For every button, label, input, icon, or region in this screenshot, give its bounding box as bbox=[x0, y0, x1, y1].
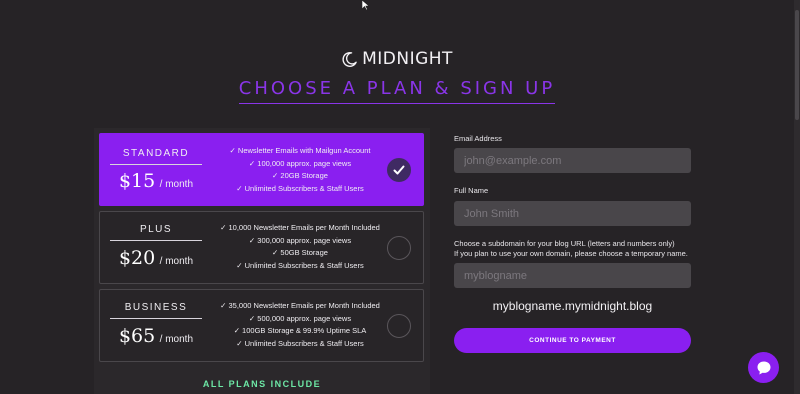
subdomain-input[interactable] bbox=[454, 263, 691, 288]
price-unit: / month bbox=[159, 334, 194, 345]
plan-features: ✓ 35,000 Newsletter Emails per Month Inc… bbox=[210, 300, 390, 350]
feature-item: ✓ Unlimited Subscribers & Staff Users bbox=[236, 260, 364, 270]
blog-url-preview: myblogname.mymidnight.blog bbox=[492, 299, 653, 313]
scrollbar-thumb[interactable] bbox=[795, 10, 799, 120]
plan-radio[interactable] bbox=[387, 236, 411, 260]
feature-item: ✓ 100,000 approx. page views bbox=[248, 158, 352, 168]
plan-card-business[interactable]: BUSINESS $65 / month ✓ 35,000 Newsletter… bbox=[99, 289, 424, 362]
feature-item: ✓ 20GB Storage bbox=[272, 171, 328, 180]
plan-name: BUSINESS bbox=[110, 302, 202, 319]
plan-name: STANDARD bbox=[110, 148, 202, 165]
plan-card-standard[interactable]: STANDARD $15 / month ✓ Newsletter Emails… bbox=[99, 133, 424, 206]
mouse-cursor-icon bbox=[362, 0, 370, 10]
all-plans-include-heading: ALL PLANS INCLUDE bbox=[202, 379, 322, 389]
brand-logo: MIDNIGHT bbox=[0, 49, 794, 69]
feature-item: ✓ Unlimited Subscribers & Staff Users bbox=[236, 183, 364, 193]
full-name-input[interactable] bbox=[454, 201, 691, 226]
plan-price: $15 / month bbox=[110, 170, 202, 192]
brand-name: MIDNIGHT bbox=[362, 49, 453, 69]
plan-features: ✓ Newsletter Emails with Mailgun Account… bbox=[210, 145, 390, 195]
plan-radio-selected[interactable] bbox=[387, 158, 411, 182]
scrollbar[interactable] bbox=[794, 0, 800, 394]
chat-bubble-icon bbox=[757, 361, 770, 374]
price-unit: / month bbox=[159, 179, 194, 190]
price-amount: $20 bbox=[118, 247, 156, 269]
feature-item: ✓ 100GB Storage & 99.9% Uptime SLA bbox=[233, 326, 367, 335]
feature-item: ✓ Newsletter Emails with Mailgun Account bbox=[229, 146, 371, 155]
full-name-label: Full Name bbox=[454, 186, 489, 195]
plan-price: $20 / month bbox=[110, 247, 202, 269]
feature-item: ✓ 35,000 Newsletter Emails per Month Inc… bbox=[220, 301, 380, 310]
plan-radio[interactable] bbox=[387, 314, 411, 338]
feature-item: ✓ 500,000 approx. page views bbox=[248, 313, 352, 323]
page-title: CHOOSE A PLAN & SIGN UP bbox=[238, 78, 556, 104]
price-unit: / month bbox=[159, 256, 194, 267]
email-input[interactable] bbox=[454, 148, 691, 173]
feature-item: ✓ 50GB Storage bbox=[272, 248, 328, 257]
feature-item: ✓ 10,000 Newsletter Emails per Month Inc… bbox=[220, 223, 380, 232]
subdomain-hint-line: If you plan to use your own domain, plea… bbox=[454, 249, 688, 258]
chat-widget-button[interactable] bbox=[748, 352, 779, 383]
plan-price: $65 / month bbox=[110, 325, 202, 347]
email-label: Email Address bbox=[454, 134, 502, 143]
subdomain-label: Choose a subdomain for your blog URL (le… bbox=[454, 239, 688, 259]
subdomain-label-line: Choose a subdomain for your blog URL (le… bbox=[454, 239, 675, 248]
plan-card-plus[interactable]: PLUS $20 / month ✓ 10,000 Newsletter Ema… bbox=[99, 211, 424, 284]
checkmark-icon bbox=[393, 165, 405, 175]
feature-item: ✓ Unlimited Subscribers & Staff Users bbox=[236, 338, 364, 348]
plan-name: PLUS bbox=[110, 224, 202, 241]
feature-item: ✓ 300,000 approx. page views bbox=[248, 235, 352, 245]
price-amount: $15 bbox=[118, 170, 156, 192]
plan-features: ✓ 10,000 Newsletter Emails per Month Inc… bbox=[210, 222, 390, 272]
moon-icon bbox=[342, 51, 357, 67]
continue-to-payment-button[interactable]: CONTINUE TO PAYMENT bbox=[454, 328, 691, 353]
price-amount: $65 bbox=[118, 325, 156, 347]
